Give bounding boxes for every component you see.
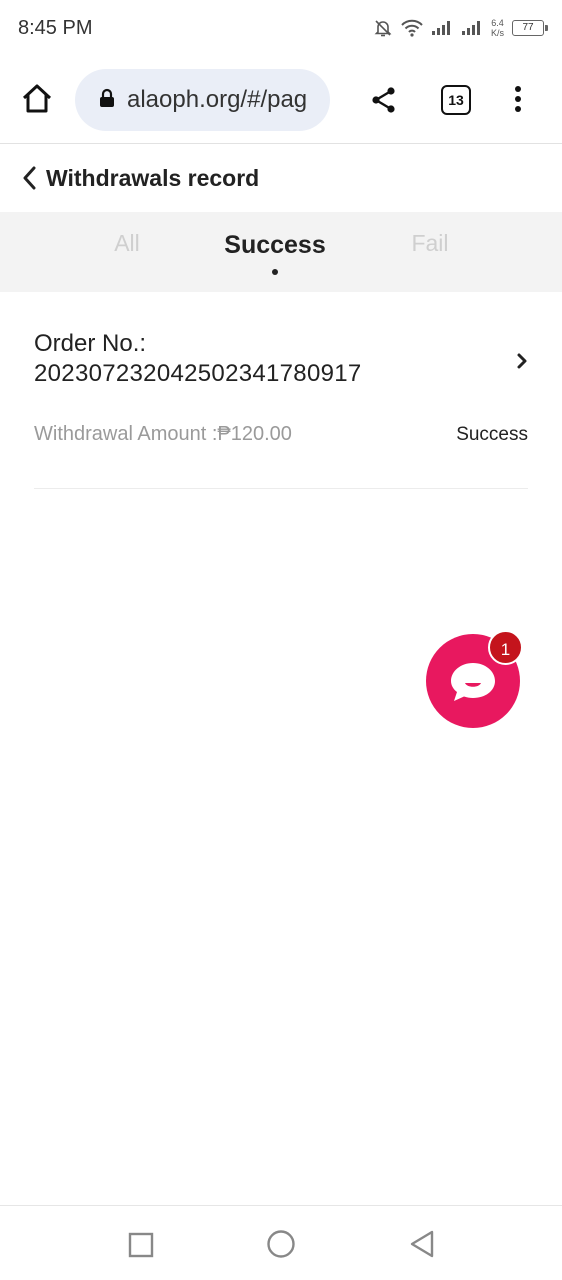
tab-all[interactable]: All xyxy=(114,230,140,257)
status-icons: 6.4 K/s 77 xyxy=(373,18,548,38)
lock-icon xyxy=(99,88,115,113)
back-triangle-icon[interactable] xyxy=(408,1229,436,1264)
net-speed: 6.4 K/s xyxy=(491,18,504,38)
net-speed-unit: K/s xyxy=(490,28,504,38)
order-number: 20230723204250234178091​7 xyxy=(34,360,362,387)
record-status: Success xyxy=(456,424,528,445)
home-circle-icon[interactable] xyxy=(266,1229,296,1264)
chat-badge: 1 xyxy=(488,630,523,665)
page-title: Withdrawals record xyxy=(46,165,260,191)
back-chevron-icon[interactable] xyxy=(22,166,38,195)
tab-success[interactable]: Success xyxy=(224,231,325,260)
screen: 8:45 PM 6.4 K/s 77 alaoph.org/#/pag 13 W… xyxy=(0,0,562,1280)
net-speed-value: 6.4 xyxy=(491,18,504,28)
recents-icon[interactable] xyxy=(128,1232,154,1263)
tab-count-button[interactable]: 13 xyxy=(441,85,471,115)
url-bar[interactable]: alaoph.org/#/pag xyxy=(75,69,330,131)
page-header: Withdrawals record xyxy=(0,145,562,212)
order-label: Order No.: xyxy=(34,330,147,357)
signal-icon xyxy=(431,20,453,36)
share-icon[interactable] xyxy=(370,86,398,119)
status-time: 8:45 PM xyxy=(18,16,93,39)
home-icon[interactable] xyxy=(20,82,54,116)
withdrawal-record[interactable]: Order No.: 20230723204250234178091​7 Wit… xyxy=(34,292,528,489)
url-text: alaoph.org/#/pag xyxy=(127,86,308,113)
status-bar: 8:45 PM 6.4 K/s 77 xyxy=(0,0,562,56)
signal-icon-2 xyxy=(461,20,483,36)
wifi-icon xyxy=(401,19,423,37)
chevron-right-icon[interactable] xyxy=(516,352,528,375)
tab-fail[interactable]: Fail xyxy=(411,230,448,257)
status-tabs: All Success Fail xyxy=(0,212,562,292)
active-tab-indicator xyxy=(272,269,278,275)
system-nav-bar xyxy=(0,1205,562,1280)
bell-muted-icon xyxy=(373,18,393,38)
battery-icon: 77 xyxy=(512,20,548,36)
withdrawal-amount: Withdrawal Amount :₱120.00 xyxy=(34,423,292,445)
more-vert-icon[interactable] xyxy=(510,84,526,119)
browser-toolbar: alaoph.org/#/pag 13 xyxy=(0,56,562,144)
